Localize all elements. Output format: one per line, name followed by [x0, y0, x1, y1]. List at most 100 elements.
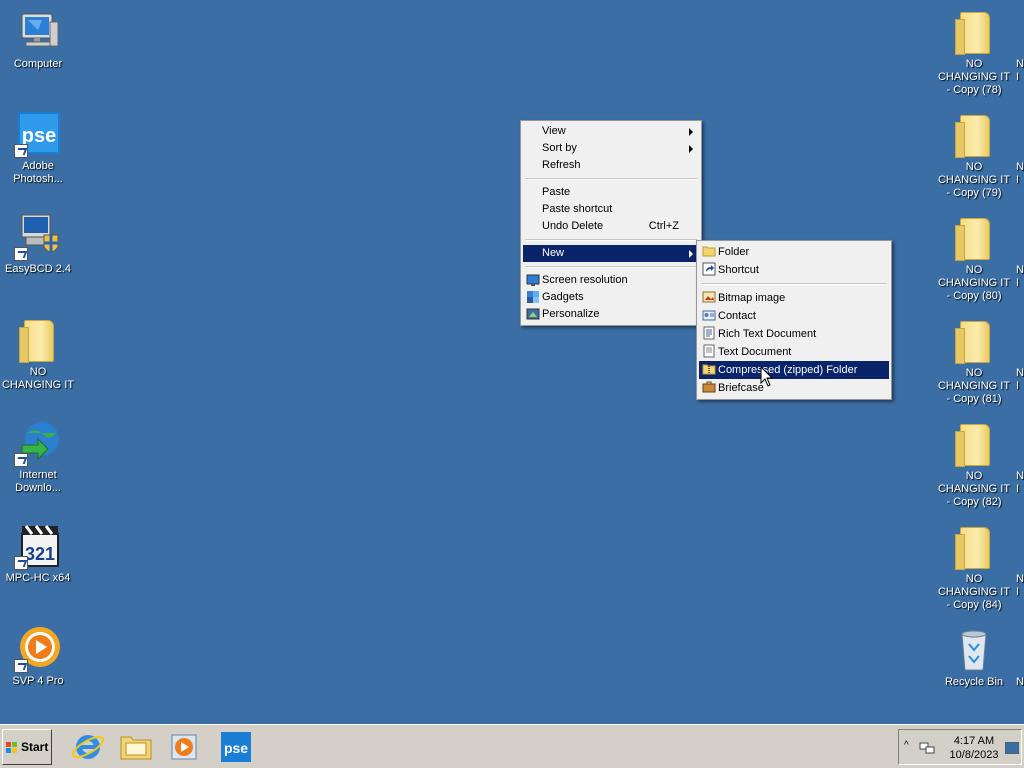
- desktop-icon-label: NO CHANGING IT - Copy (79): [937, 161, 1011, 199]
- show-hidden-icons-chevron-icon[interactable]: ^: [904, 740, 909, 751]
- menu-item-label: Personalize: [542, 308, 600, 320]
- easybcd-icon: [14, 213, 62, 261]
- desktop-icon-folder-copy-78[interactable]: NO CHANGING IT - Copy (78): [936, 8, 1012, 97]
- desktop-icon-internet-download-manager[interactable]: Internet Downlo...: [0, 419, 76, 495]
- folder-icon: [950, 8, 998, 56]
- folder-icon: [14, 316, 62, 364]
- clipped-icon-label: NI: [1016, 573, 1024, 598]
- desktop-icon-label: NO CHANGING IT - Copy (84): [937, 573, 1011, 611]
- submenu-item-folder[interactable]: Folder: [699, 243, 889, 261]
- taskbar-windows-explorer[interactable]: [118, 729, 154, 765]
- svp-icon: [14, 625, 62, 673]
- shortcut-arrow-icon: [14, 659, 28, 673]
- shortcut-icon: [702, 262, 716, 276]
- clipped-icon-label: NI: [1016, 264, 1024, 289]
- clock-time: 4:17 AM: [953, 735, 995, 747]
- desktop-icon-label: NO CHANGING IT: [1, 366, 75, 391]
- menu-item-label: Paste shortcut: [542, 203, 613, 215]
- menu-item-personalize[interactable]: Personalize: [523, 306, 699, 323]
- show-desktop-icon[interactable]: [1005, 742, 1019, 754]
- desktop-icon-label: EasyBCD 2.4: [4, 263, 72, 275]
- folder-icon: [950, 317, 998, 365]
- clipped-icon-label: NI: [1016, 470, 1024, 495]
- zip-folder-icon: [702, 364, 716, 375]
- rich-text-document-icon: [703, 326, 715, 340]
- photoshop-elements-icon: pse: [221, 732, 251, 762]
- desktop-icon-label: NO CHANGING IT - Copy (78): [937, 58, 1011, 96]
- desktop-icon-adobe-photoshop[interactable]: pse Adobe Photosh...: [0, 110, 76, 186]
- menu-separator: [525, 178, 697, 180]
- desktop-icon-recycle-bin[interactable]: Recycle Bin: [936, 626, 1012, 689]
- shortcut-arrow-icon: [14, 247, 28, 261]
- clipped-icon-label: NI: [1016, 161, 1024, 186]
- taskbar-internet-explorer[interactable]: [70, 729, 106, 765]
- desktop-icon-folder-copy-79[interactable]: NO CHANGING IT - Copy (79): [936, 111, 1012, 200]
- menu-item-label: Rich Text Document: [718, 328, 817, 340]
- submenu-item-compressed-zipped-folder[interactable]: Compressed (zipped) Folder: [699, 361, 889, 379]
- internet-download-manager-icon: [14, 419, 62, 467]
- menu-item-label: Text Document: [718, 346, 792, 358]
- taskbar-media-player[interactable]: [166, 729, 202, 765]
- submenu-item-shortcut[interactable]: Shortcut: [699, 261, 889, 279]
- desktop-icon-folder-copy-80[interactable]: NO CHANGING IT - Copy (80): [936, 214, 1012, 303]
- svg-text:321: 321: [25, 544, 55, 564]
- contact-card-icon: [702, 310, 716, 321]
- menu-item-undo-delete[interactable]: Undo Delete Ctrl+Z: [523, 218, 699, 235]
- taskbar-photoshop-elements[interactable]: pse: [218, 729, 254, 765]
- recycle-bin-icon: [950, 626, 998, 674]
- menu-item-label: Shortcut: [718, 264, 759, 276]
- desktop-icon-mpc-hc[interactable]: 321 MPC-HC x64: [0, 522, 76, 585]
- submenu-item-briefcase[interactable]: Briefcase: [699, 379, 889, 397]
- menu-item-label: Briefcase: [718, 382, 764, 394]
- desktop-icon-easybcd[interactable]: EasyBCD 2.4: [0, 213, 76, 276]
- submenu-item-bitmap-image[interactable]: Bitmap image: [699, 289, 889, 307]
- media-player-icon: [171, 734, 197, 760]
- menu-item-refresh[interactable]: Refresh: [523, 157, 699, 174]
- menu-item-label: New: [542, 247, 565, 259]
- desktop-icon-label: Adobe Photosh...: [13, 160, 63, 185]
- desktop-icon-folder-no-changing-it[interactable]: NO CHANGING IT: [0, 316, 76, 392]
- desktop-icon-folder-copy-84[interactable]: NO CHANGING IT - Copy (84): [936, 523, 1012, 612]
- network-icon[interactable]: [919, 740, 935, 756]
- desktop-icon-label: NO CHANGING IT - Copy (82): [937, 470, 1011, 508]
- menu-item-label: Gadgets: [542, 291, 584, 303]
- menu-item-shortcut-key: Ctrl+Z: [648, 220, 679, 232]
- clipped-icon-label: N: [1016, 676, 1024, 688]
- shortcut-arrow-icon: [14, 144, 28, 158]
- menu-separator: [525, 239, 697, 241]
- menu-item-sort-by[interactable]: Sort by: [523, 140, 699, 157]
- start-button[interactable]: Start: [2, 729, 52, 765]
- menu-item-paste[interactable]: Paste: [523, 184, 699, 201]
- menu-item-label: Screen resolution: [542, 274, 628, 286]
- photoshop-elements-icon: pse: [14, 110, 62, 158]
- desktop-icon-computer[interactable]: Computer: [0, 8, 76, 71]
- folder-icon: [702, 246, 716, 257]
- folder-icon: [950, 420, 998, 468]
- desktop-icon-label: MPC-HC x64: [5, 572, 71, 584]
- text-document-icon: [703, 344, 715, 358]
- clipped-icon-label: NI: [1016, 58, 1024, 83]
- menu-item-screen-resolution[interactable]: Screen resolution: [523, 272, 699, 289]
- system-clock[interactable]: 4:17 AM 10/8/2023: [939, 734, 1009, 762]
- submenu-arrow-icon: [689, 250, 693, 258]
- menu-item-gadgets[interactable]: Gadgets: [523, 289, 699, 306]
- folder-library-icon: [120, 736, 152, 760]
- briefcase-icon: [702, 381, 716, 393]
- submenu-item-text-document[interactable]: Text Document: [699, 343, 889, 361]
- desktop-icon-svp-4-pro[interactable]: SVP 4 Pro: [0, 625, 76, 688]
- internet-explorer-icon: [71, 735, 105, 759]
- desktop-icon-label: NO CHANGING IT - Copy (80): [937, 264, 1011, 302]
- folder-icon: [950, 111, 998, 159]
- desktop-icon-label: Computer: [13, 58, 63, 70]
- menu-item-label: Contact: [718, 310, 756, 322]
- submenu-item-rich-text-document[interactable]: Rich Text Document: [699, 325, 889, 343]
- desktop-icon-folder-copy-82[interactable]: NO CHANGING IT - Copy (82): [936, 420, 1012, 509]
- menu-item-new[interactable]: New: [523, 245, 699, 262]
- menu-item-view[interactable]: View: [523, 123, 699, 140]
- desktop-icon-folder-copy-81[interactable]: NO CHANGING IT - Copy (81): [936, 317, 1012, 406]
- notification-area: ^ 4:17 AM 10/8/2023: [898, 729, 1022, 765]
- desktop-icon-label: SVP 4 Pro: [12, 675, 64, 687]
- submenu-item-contact[interactable]: Contact: [699, 307, 889, 325]
- menu-item-paste-shortcut[interactable]: Paste shortcut: [523, 201, 699, 218]
- menu-item-label: Refresh: [542, 159, 581, 171]
